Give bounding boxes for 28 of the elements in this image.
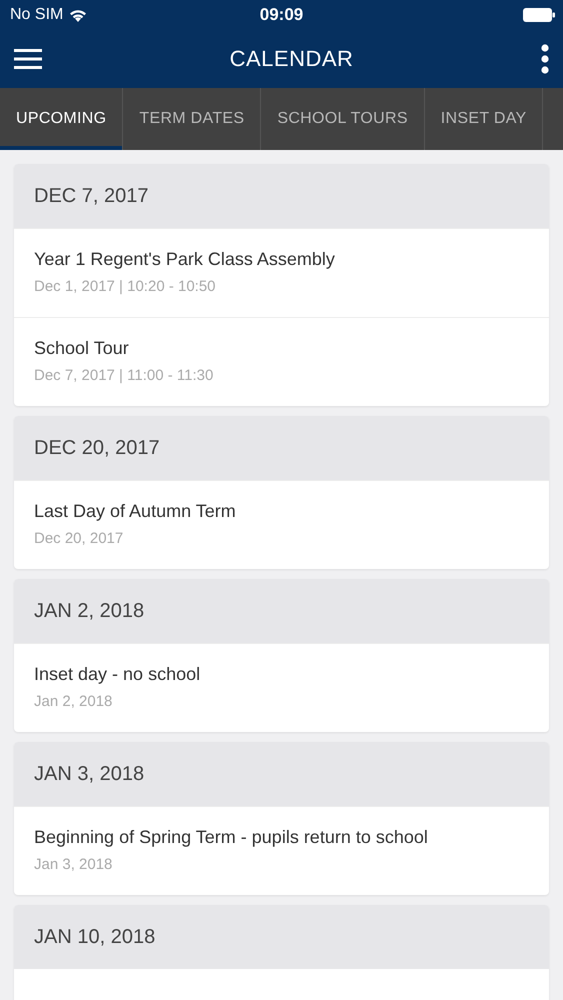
more-options-icon[interactable] xyxy=(541,44,549,74)
wifi-icon xyxy=(69,8,88,22)
event-item[interactable]: Beginning of Spring Term - pupils return to school Jan 3, 2018 xyxy=(14,806,549,895)
carrier-label: No SIM xyxy=(10,6,64,24)
event-title: Last Day of Autumn Term xyxy=(34,501,237,522)
event-time: Dec 1, 2017 | 10:20 - 10:50 xyxy=(34,278,217,295)
battery-icon xyxy=(523,8,555,22)
event-title: Year 1 Regent's Park Class Assembly xyxy=(34,249,336,270)
date-heading: JAN 10, 2018 xyxy=(14,905,549,969)
event-item[interactable]: Last Day of Autumn Term Dec 20, 2017 xyxy=(14,480,549,569)
event-title: School Tour xyxy=(34,338,130,359)
event-item[interactable]: Inset day - no school Jan 2, 2018 xyxy=(14,643,549,732)
date-heading: DEC 20, 2017 xyxy=(14,416,549,480)
category-tab[interactable]: UPCOMING xyxy=(0,88,124,150)
event-item[interactable]: Year 1 Regent's Park Class Assembly Dec 1, 2017 | 10:20 - 10:50 xyxy=(14,228,549,317)
event-time: Jan 3, 2018 xyxy=(34,856,114,873)
date-heading: JAN 2, 2018 xyxy=(14,579,549,643)
event-title: Beginning of Spring Term - pupils return to school xyxy=(34,827,429,848)
event-title: Inset day - no school xyxy=(34,664,202,685)
date-heading: DEC 7, 2017 xyxy=(14,164,549,228)
event-time: Dec 20, 2017 xyxy=(34,530,124,547)
event-time: Jan 2, 2018 xyxy=(34,693,114,710)
event-item[interactable]: School Tour Dec 7, 2017 | 11:00 - 11:30 xyxy=(14,317,549,406)
screen-title: CALENDAR xyxy=(230,46,354,72)
event-time: Dec 7, 2017 | 11:00 - 11:30 xyxy=(34,367,214,384)
menu-icon[interactable] xyxy=(14,49,42,69)
date-heading: JAN 3, 2018 xyxy=(14,742,549,806)
clock-time: 09:09 xyxy=(260,5,304,25)
